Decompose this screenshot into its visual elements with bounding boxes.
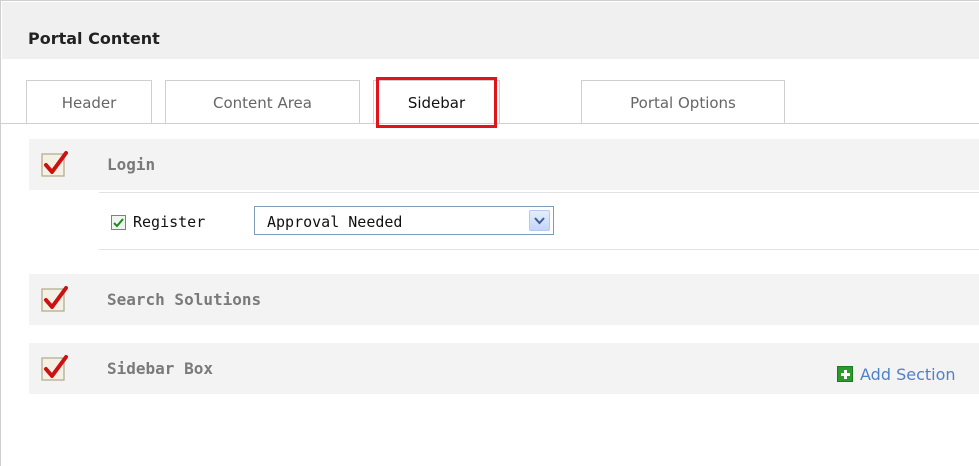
tab-portal-options[interactable]: Portal Options — [581, 80, 785, 124]
tab-header-label: Header — [61, 93, 117, 112]
register-label: Register — [133, 213, 206, 231]
panel-header: Portal Content — [2, 2, 979, 59]
register-checkbox[interactable] — [111, 215, 126, 230]
section-label: Login — [107, 155, 156, 174]
tab-sidebar[interactable]: Sidebar — [373, 80, 500, 124]
section-label: Search Solutions — [107, 290, 262, 309]
checkmark-icon[interactable] — [41, 285, 69, 313]
checkmark-icon[interactable] — [41, 150, 69, 178]
add-section-label: Add Section — [860, 364, 956, 384]
tabs-divider — [1, 123, 979, 124]
chevron-down-icon[interactable] — [529, 210, 550, 231]
tab-portal-options-label: Portal Options — [630, 93, 736, 112]
tab-sidebar-label: Sidebar — [407, 93, 466, 112]
select-value: Approval Needed — [267, 213, 403, 231]
tab-content-area-label: Content Area — [213, 93, 312, 112]
tab-content-area[interactable]: Content Area — [165, 80, 360, 124]
section-login: Login — [29, 139, 979, 190]
tab-header[interactable]: Header — [26, 80, 152, 124]
section-label: Sidebar Box — [107, 359, 213, 378]
panel-title: Portal Content — [28, 29, 160, 48]
check-icon — [113, 218, 124, 228]
portal-content-panel: Portal Content Header Content Area Sideb… — [0, 0, 979, 466]
section-register: Register Approval Needed — [99, 192, 979, 250]
register-approval-select[interactable]: Approval Needed — [254, 206, 554, 235]
add-section-link[interactable]: Add Section — [837, 364, 956, 384]
plus-icon — [837, 366, 853, 382]
section-search-solutions: Search Solutions — [29, 274, 979, 325]
checkmark-icon[interactable] — [41, 354, 69, 382]
section-sidebar-box: Sidebar Box Add Section — [29, 343, 979, 394]
